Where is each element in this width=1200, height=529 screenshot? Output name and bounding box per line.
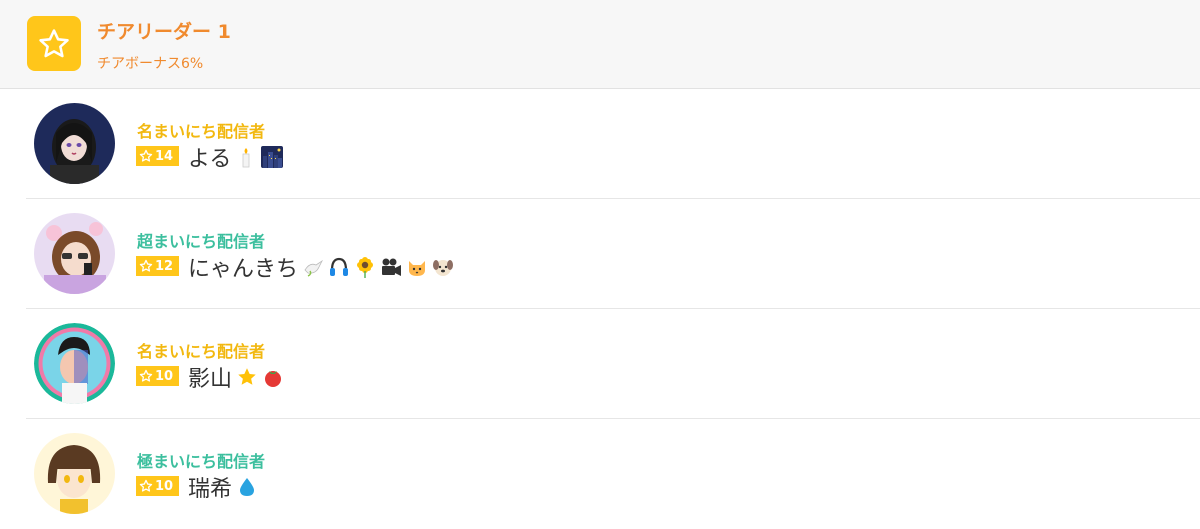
candle-icon (242, 148, 250, 168)
tomato-icon (265, 371, 282, 387)
user-name[interactable]: よる (188, 141, 287, 173)
avatar[interactable] (34, 323, 115, 404)
user-name-text: 瑞希 (188, 477, 233, 502)
user-name-text: 影山 (188, 367, 233, 392)
dove-icon (304, 259, 324, 277)
level-number: 10 (155, 368, 174, 384)
cat-face-icon (409, 261, 426, 276)
level-badge: 12 (136, 256, 179, 276)
droplet-icon (240, 478, 255, 496)
star-outline-icon (139, 149, 153, 162)
sunflower-icon (357, 257, 374, 278)
night-city-icon (261, 146, 284, 168)
user-name[interactable]: にゃんきち (188, 251, 458, 283)
user-name-text: にゃんきち (188, 257, 299, 282)
user-name-text: よる (188, 147, 232, 172)
star-outline-icon (139, 259, 153, 272)
level-number: 10 (155, 478, 174, 494)
level-badge: 10 (136, 476, 179, 496)
star-icon (238, 368, 256, 385)
level-badge: 14 (136, 146, 179, 166)
header-title: チアリーダー 1 (97, 21, 231, 43)
avatar[interactable] (34, 433, 115, 514)
cheer-bonus-label: チアボーナス6% (97, 56, 204, 72)
avatar[interactable] (34, 103, 115, 184)
headphones-icon (330, 257, 349, 276)
user-row[interactable]: 超まいにち配信者 12 にゃんきち (0, 199, 1200, 309)
user-name[interactable]: 瑞希 (188, 471, 262, 503)
level-number: 12 (155, 258, 174, 274)
user-row[interactable]: 名まいにち配信者 10 影山 (0, 309, 1200, 419)
star-outline-icon (139, 479, 153, 492)
level-number: 14 (155, 148, 174, 164)
rank-label: 名まいにち配信者 (137, 342, 266, 361)
avatar[interactable] (34, 213, 115, 294)
user-row[interactable]: 極まいにち配信者 10 瑞希 (0, 419, 1200, 529)
cheer-leader-header: チアリーダー 1 チアボーナス6% (0, 0, 1200, 89)
dog-face-icon (433, 260, 454, 276)
user-row[interactable]: 名まいにち配信者 14 よる (0, 89, 1200, 199)
star-icon (27, 16, 81, 71)
star-outline-icon (139, 369, 153, 382)
rank-label: 超まいにち配信者 (137, 232, 266, 251)
movie-camera-icon (382, 258, 402, 276)
rank-label: 極まいにち配信者 (137, 452, 266, 471)
level-badge: 10 (136, 366, 179, 386)
rank-label: 名まいにち配信者 (137, 122, 266, 141)
user-name[interactable]: 影山 (188, 361, 288, 393)
